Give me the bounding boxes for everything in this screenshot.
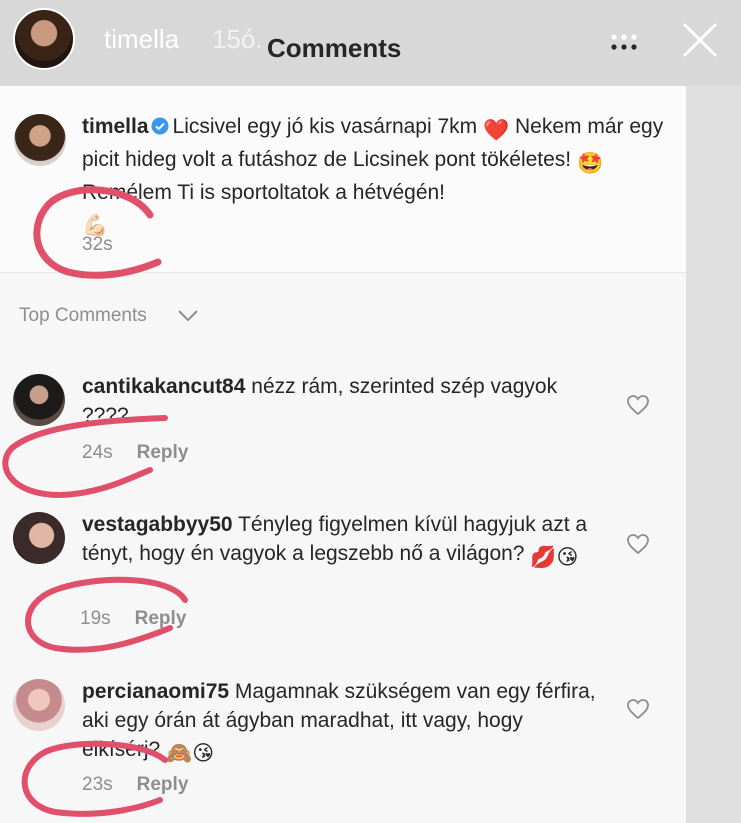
comment-meta: 24s Reply: [82, 442, 188, 464]
like-heart-icon[interactable]: [626, 394, 650, 416]
verified-badge-icon: [151, 117, 169, 135]
avatar[interactable]: [13, 374, 65, 426]
comment-time: 24s: [82, 442, 113, 463]
heart-emoji: ❤️: [483, 119, 510, 142]
top-comments-label[interactable]: Top Comments: [19, 305, 147, 327]
comment-username[interactable]: cantikakancut84: [82, 375, 245, 398]
comments-title: Comments: [267, 33, 402, 63]
close-icon[interactable]: [680, 20, 720, 60]
see-no-evil-emoji: 🙈😘: [166, 742, 215, 765]
story-avatar[interactable]: [13, 8, 75, 70]
comment-username[interactable]: vestagabbyy50: [82, 513, 233, 536]
comment-meta: 19s Reply: [80, 608, 186, 630]
caption-text: timella Licsivel egy jó kis vasárnapi 7km…: [82, 112, 672, 240]
more-options-icon[interactable]: [604, 28, 644, 58]
comments-panel: timella Licsivel egy jó kis vasárnapi 7km…: [0, 86, 686, 823]
comment-time: 19s: [80, 608, 111, 629]
comment-text: cantikakancut84 nézz rám, szerinted szép…: [82, 372, 602, 430]
avatar[interactable]: [14, 114, 66, 166]
story-time: 15ó.: [212, 24, 263, 54]
comment-time: 23s: [82, 774, 113, 795]
caption-username[interactable]: timella: [82, 115, 149, 138]
comment-meta: 23s Reply: [82, 774, 188, 796]
chevron-down-icon[interactable]: [177, 309, 199, 323]
like-heart-icon[interactable]: [626, 698, 650, 720]
comment-username[interactable]: percianaomi75: [82, 680, 229, 703]
kiss-emoji: 💋😘: [530, 546, 579, 569]
star-eyes-emoji: 🤩: [576, 152, 604, 175]
reply-button[interactable]: Reply: [135, 608, 187, 629]
avatar[interactable]: [13, 679, 65, 731]
reply-button[interactable]: Reply: [137, 442, 189, 463]
caption-body: Licsivel egy jó kis vasárnapi 7km: [172, 115, 478, 138]
caption-body-3: Remélem Ti is sportoltatok a hétvégén!: [82, 181, 446, 204]
caption-time: 32s: [82, 234, 113, 255]
avatar[interactable]: [13, 512, 65, 564]
story-background-strip: [686, 86, 741, 823]
comment-text: vestagabbyy50 Tényleg figyelmen kívül ha…: [82, 510, 602, 572]
caption: timella Licsivel egy jó kis vasárnapi 7km…: [0, 86, 686, 273]
reply-button[interactable]: Reply: [137, 774, 189, 795]
story-username[interactable]: timella: [104, 24, 179, 55]
comment-text: percianaomi75 Magamnak szükségem van egy…: [82, 677, 602, 768]
like-heart-icon[interactable]: [626, 533, 650, 555]
story-header: timella 15ó. Comments: [0, 0, 741, 86]
